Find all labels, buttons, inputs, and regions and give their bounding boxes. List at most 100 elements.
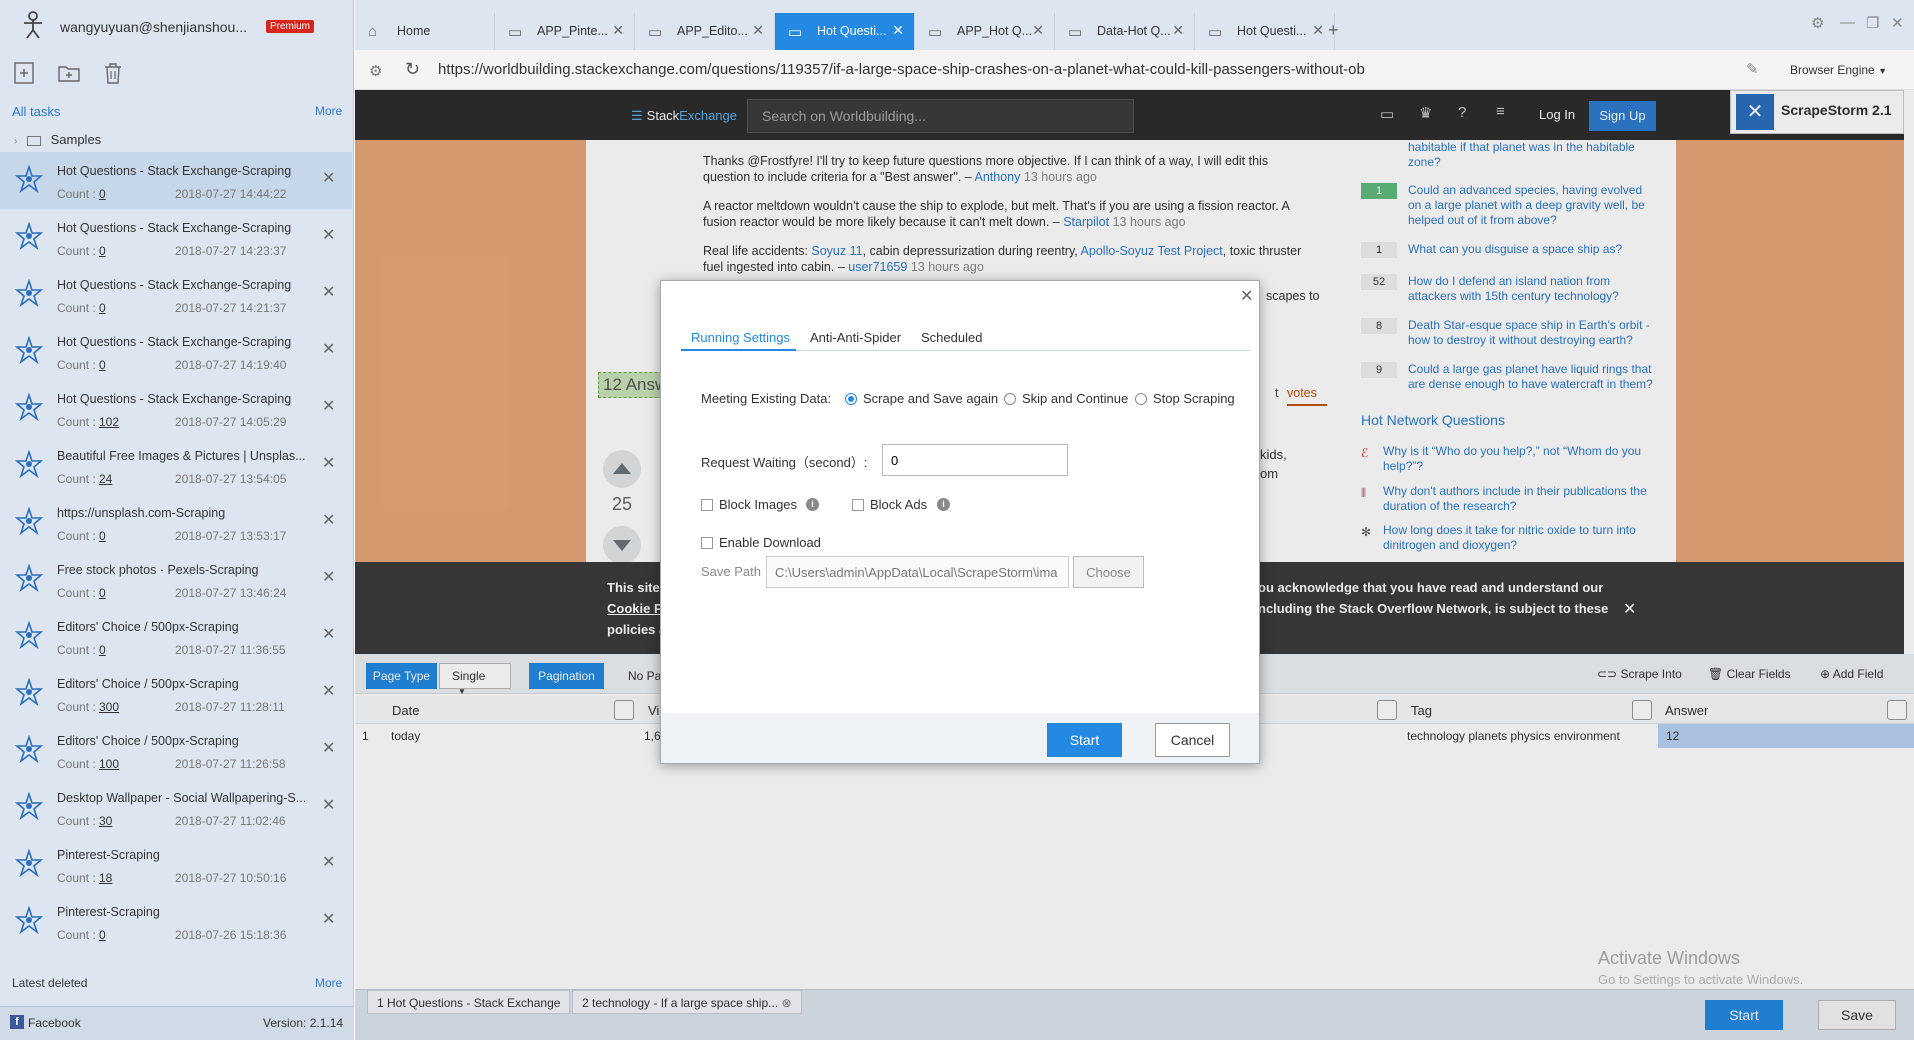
minimize-icon[interactable]: — xyxy=(1840,14,1855,31)
task-item[interactable]: Hot Questions - Stack Exchange-Scraping C… xyxy=(0,209,352,266)
task-count[interactable]: 0 xyxy=(99,358,106,372)
browser-engine-label: Browser Engine xyxy=(1790,63,1875,77)
task-item[interactable]: Pinterest-Scraping Count :18 2018-07-27 10… xyxy=(0,836,352,893)
block-images-label[interactable]: Block Images xyxy=(719,497,797,512)
close-icon[interactable]: ✕ xyxy=(322,624,335,644)
browser-tab[interactable]: ▭ Data-Hot Q... ✕ xyxy=(1055,13,1195,50)
enable-download-checkbox[interactable] xyxy=(701,537,713,549)
task-count[interactable]: 0 xyxy=(99,187,106,201)
close-window-icon[interactable]: ✕ xyxy=(1891,14,1904,32)
close-icon[interactable]: ✕ xyxy=(1240,286,1253,306)
task-item[interactable]: Hot Questions - Stack Exchange-Scraping C… xyxy=(0,266,352,323)
restore-icon[interactable]: ❐ xyxy=(1866,14,1879,32)
task-count[interactable]: 100 xyxy=(99,757,119,771)
task-count[interactable]: 30 xyxy=(99,814,112,828)
task-count[interactable]: 300 xyxy=(99,700,119,714)
tab-scheduled[interactable]: Scheduled xyxy=(921,330,982,345)
task-item[interactable]: Hot Questions - Stack Exchange-Scraping C… xyxy=(0,323,352,380)
dialog-cancel-button[interactable]: Cancel xyxy=(1155,723,1230,757)
close-tab-icon[interactable]: ✕ xyxy=(892,22,904,39)
new-tab-button[interactable]: + xyxy=(1328,20,1339,41)
task-item[interactable]: Beautiful Free Images & Pictures | Unspl… xyxy=(0,437,352,494)
task-item[interactable]: Hot Questions - Stack Exchange-Scraping C… xyxy=(0,152,352,209)
task-count[interactable]: 0 xyxy=(99,301,106,315)
close-icon[interactable]: ✕ xyxy=(322,681,335,701)
info-icon[interactable]: i xyxy=(806,498,819,511)
close-icon[interactable]: ✕ xyxy=(322,852,335,872)
task-item[interactable]: Desktop Wallpaper - Social Wallpapering-… xyxy=(0,779,352,836)
browser-tab[interactable]: ▭ Hot Questi... ✕ xyxy=(1195,13,1335,50)
block-ads-label[interactable]: Block Ads xyxy=(870,497,927,512)
close-icon[interactable]: ✕ xyxy=(322,168,335,188)
enable-download-label[interactable]: Enable Download xyxy=(719,535,821,550)
request-waiting-input[interactable] xyxy=(882,444,1068,476)
settings-icon[interactable]: ⚙ xyxy=(1811,14,1824,32)
close-icon[interactable]: ✕ xyxy=(322,738,335,758)
radio-stop-scraping[interactable] xyxy=(1135,393,1147,405)
close-icon[interactable]: ✕ xyxy=(322,396,335,416)
close-icon[interactable]: ✕ xyxy=(322,909,335,929)
task-count[interactable]: 24 xyxy=(99,472,112,486)
browser-engine-dropdown[interactable]: Browser Engine ▼ xyxy=(1790,63,1887,77)
close-icon[interactable]: ✕ xyxy=(322,510,335,530)
close-icon[interactable]: ✕ xyxy=(322,453,335,473)
more-deleted-link[interactable]: More xyxy=(315,976,342,990)
option-scrape-save-again[interactable]: Scrape and Save again xyxy=(863,391,998,406)
close-icon[interactable]: ✕ xyxy=(322,339,335,359)
task-item[interactable]: Free stock photos · Pexels-Scraping Count… xyxy=(0,551,352,608)
block-ads-checkbox[interactable] xyxy=(852,499,864,511)
task-item[interactable]: https://unsplash.com-Scraping Count :0 201… xyxy=(0,494,352,551)
close-tab-icon[interactable]: ✕ xyxy=(752,22,764,39)
option-stop-scraping[interactable]: Stop Scraping xyxy=(1153,391,1235,406)
close-tab-icon[interactable]: ✕ xyxy=(1172,22,1184,39)
close-icon[interactable]: ✕ xyxy=(322,225,335,245)
task-item[interactable]: Hot Questions - Stack Exchange-Scraping C… xyxy=(0,380,352,437)
facebook-link[interactable]: Facebook xyxy=(28,1016,81,1030)
dialog-start-button[interactable]: Start xyxy=(1047,723,1122,757)
radio-skip-continue[interactable] xyxy=(1004,393,1016,405)
close-tab-icon[interactable]: ✕ xyxy=(1312,22,1324,39)
all-tasks-link[interactable]: All tasks xyxy=(12,104,60,119)
more-tasks-link[interactable]: More xyxy=(315,104,342,118)
task-count[interactable]: 0 xyxy=(99,529,106,543)
choose-path-button[interactable]: Choose xyxy=(1073,556,1144,588)
browser-tab[interactable]: ▭ Hot Questi... ✕ xyxy=(775,13,915,50)
task-item[interactable]: Editors' Choice / 500px-Scraping Count :3… xyxy=(0,665,352,722)
task-item[interactable]: Editors' Choice / 500px-Scraping Count :0… xyxy=(0,608,352,665)
task-count[interactable]: 0 xyxy=(99,244,106,258)
tab-anti-anti-spider[interactable]: Anti-Anti-Spider xyxy=(810,330,901,345)
block-images-checkbox[interactable] xyxy=(701,499,713,511)
task-count[interactable]: 0 xyxy=(99,928,106,942)
close-icon[interactable]: ✕ xyxy=(322,282,335,302)
close-icon[interactable]: ✕ xyxy=(322,795,335,815)
close-tab-icon[interactable]: ✕ xyxy=(612,22,624,39)
browser-tab[interactable]: ▭ APP_Hot Q... ✕ xyxy=(915,13,1055,50)
edit-icon[interactable]: ✎ xyxy=(1746,60,1759,78)
refresh-icon[interactable]: ↻ xyxy=(405,59,420,80)
samples-folder[interactable]: › Samples xyxy=(14,132,101,147)
option-skip-continue[interactable]: Skip and Continue xyxy=(1022,391,1128,406)
close-tab-icon[interactable]: ✕ xyxy=(1032,22,1044,39)
new-folder-icon[interactable] xyxy=(56,60,82,86)
info-icon[interactable]: i xyxy=(937,498,950,511)
trash-icon[interactable] xyxy=(100,60,126,86)
task-item[interactable]: Editors' Choice / 500px-Scraping Count :1… xyxy=(0,722,352,779)
task-count[interactable]: 0 xyxy=(99,586,106,600)
task-count[interactable]: 0 xyxy=(99,643,106,657)
user-avatar-icon[interactable] xyxy=(18,10,48,40)
radio-scrape-save-again[interactable] xyxy=(845,393,857,405)
task-count[interactable]: 102 xyxy=(99,415,119,429)
task-item[interactable]: Pinterest-Scraping Count :0 2018-07-26 15:… xyxy=(0,893,352,950)
browser-tab[interactable]: ▭ APP_Pinte... ✕ xyxy=(495,13,635,50)
save-path-input[interactable] xyxy=(766,556,1069,588)
gear-icon[interactable]: ⚙ xyxy=(369,62,382,80)
tab-running-settings[interactable]: Running Settings xyxy=(691,330,790,345)
facebook-icon[interactable]: f xyxy=(10,1015,24,1029)
task-count[interactable]: 18 xyxy=(99,871,112,885)
new-task-icon[interactable] xyxy=(12,60,38,86)
close-icon[interactable]: ✕ xyxy=(322,567,335,587)
browser-tab[interactable]: ⌂ Home xyxy=(355,13,495,50)
url-field[interactable]: https://worldbuilding.stackexchange.com/… xyxy=(438,61,1365,78)
browser-tab[interactable]: ▭ APP_Edito... ✕ xyxy=(635,13,775,50)
user-name[interactable]: wangyuyuan@shenjianshou... xyxy=(60,19,247,35)
